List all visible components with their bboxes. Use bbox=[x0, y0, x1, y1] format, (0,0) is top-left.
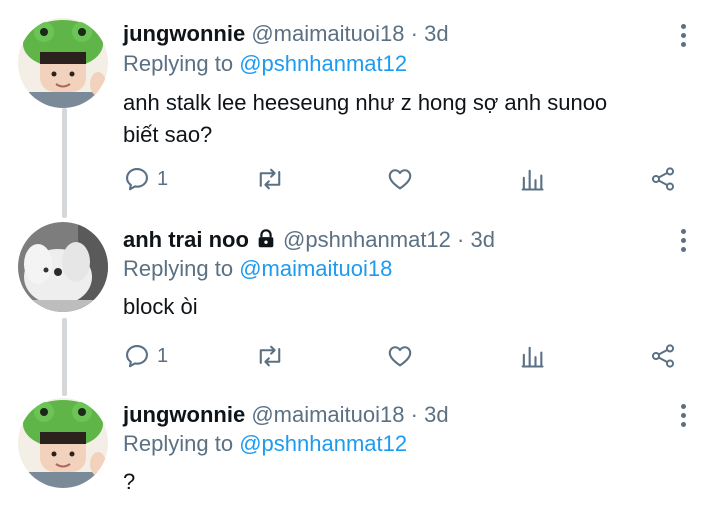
reply-button[interactable]: 1 bbox=[123, 165, 168, 193]
timestamp[interactable]: 3d bbox=[424, 402, 448, 427]
tweet-text-line: block òi bbox=[123, 294, 198, 319]
tweet-text: ? bbox=[123, 466, 683, 498]
tweet-text: block òi bbox=[123, 291, 683, 323]
like-button[interactable] bbox=[386, 342, 414, 370]
thread-line bbox=[62, 318, 67, 396]
reply-button[interactable]: 1 bbox=[123, 342, 168, 370]
timestamp[interactable]: 3d bbox=[424, 21, 448, 46]
user-handle[interactable]: @maimaituoi18 bbox=[251, 402, 404, 427]
user-handle[interactable]: @pshnhanmat12 bbox=[283, 227, 451, 252]
share-button[interactable] bbox=[648, 342, 678, 370]
timestamp[interactable]: 3d bbox=[470, 227, 494, 252]
share-icon bbox=[651, 167, 675, 191]
reply-icon bbox=[126, 345, 148, 368]
reply-count: 1 bbox=[157, 344, 169, 367]
display-name[interactable]: jungwonnie bbox=[123, 21, 245, 46]
display-name[interactable]: jungwonnie bbox=[123, 402, 245, 427]
more-options-icon[interactable] bbox=[672, 20, 694, 50]
analytics-button[interactable] bbox=[518, 342, 546, 370]
thread-line bbox=[62, 108, 67, 218]
lock-icon bbox=[258, 229, 274, 248]
share-button[interactable] bbox=[648, 165, 678, 193]
mention-link[interactable]: @pshnhanmat12 bbox=[239, 431, 407, 456]
tweet-header: jungwonnie @maimaituoi18 · 3d bbox=[123, 20, 449, 48]
separator: · bbox=[457, 227, 465, 252]
replying-prefix: Replying to bbox=[123, 51, 234, 76]
replying-to: Replying to @pshnhanmat12 bbox=[123, 430, 407, 458]
avatar[interactable] bbox=[18, 398, 108, 488]
replying-prefix: Replying to bbox=[123, 256, 234, 281]
tweet-text-line: ? bbox=[123, 469, 136, 494]
analytics-icon bbox=[521, 169, 544, 191]
heart-icon bbox=[388, 169, 412, 190]
tweet-header: jungwonnie @maimaituoi18 · 3d bbox=[123, 401, 449, 429]
heart-icon bbox=[388, 346, 412, 367]
avatar[interactable] bbox=[18, 222, 108, 312]
frog-hat-avatar-icon bbox=[18, 18, 108, 108]
avatar[interactable] bbox=[18, 18, 108, 108]
analytics-icon bbox=[521, 346, 544, 368]
mention-link[interactable]: @pshnhanmat12 bbox=[239, 51, 407, 76]
separator: · bbox=[410, 402, 418, 427]
share-icon bbox=[651, 344, 675, 368]
retweet-button[interactable] bbox=[255, 165, 285, 193]
user-handle[interactable]: @maimaituoi18 bbox=[251, 21, 404, 46]
retweet-button[interactable] bbox=[255, 342, 285, 370]
reply-icon bbox=[126, 168, 148, 191]
tweet-text: anh stalk lee heeseung như z hong sợ anh… bbox=[123, 87, 683, 151]
frog-hat-avatar-icon bbox=[18, 398, 108, 488]
tweet-header: anh trai noo @pshnhanmat12 · 3d bbox=[123, 226, 495, 254]
tweet-text-line: anh stalk lee heeseung như z hong sợ anh… bbox=[123, 90, 608, 115]
white-dog-avatar-icon bbox=[18, 222, 108, 312]
replying-to: Replying to @pshnhanmat12 bbox=[123, 50, 407, 78]
tweet-text-line: biết sao? bbox=[123, 122, 213, 147]
separator: · bbox=[410, 21, 418, 46]
replying-prefix: Replying to bbox=[123, 431, 234, 456]
like-button[interactable] bbox=[386, 165, 414, 193]
more-options-icon[interactable] bbox=[672, 225, 694, 255]
reply-count: 1 bbox=[157, 167, 169, 190]
mention-link[interactable]: @maimaituoi18 bbox=[239, 256, 392, 281]
retweet-icon bbox=[259, 345, 281, 367]
display-name[interactable]: anh trai noo bbox=[123, 227, 249, 252]
retweet-icon bbox=[259, 168, 281, 190]
more-options-icon[interactable] bbox=[672, 400, 694, 430]
analytics-button[interactable] bbox=[518, 165, 546, 193]
replying-to: Replying to @maimaituoi18 bbox=[123, 255, 392, 283]
